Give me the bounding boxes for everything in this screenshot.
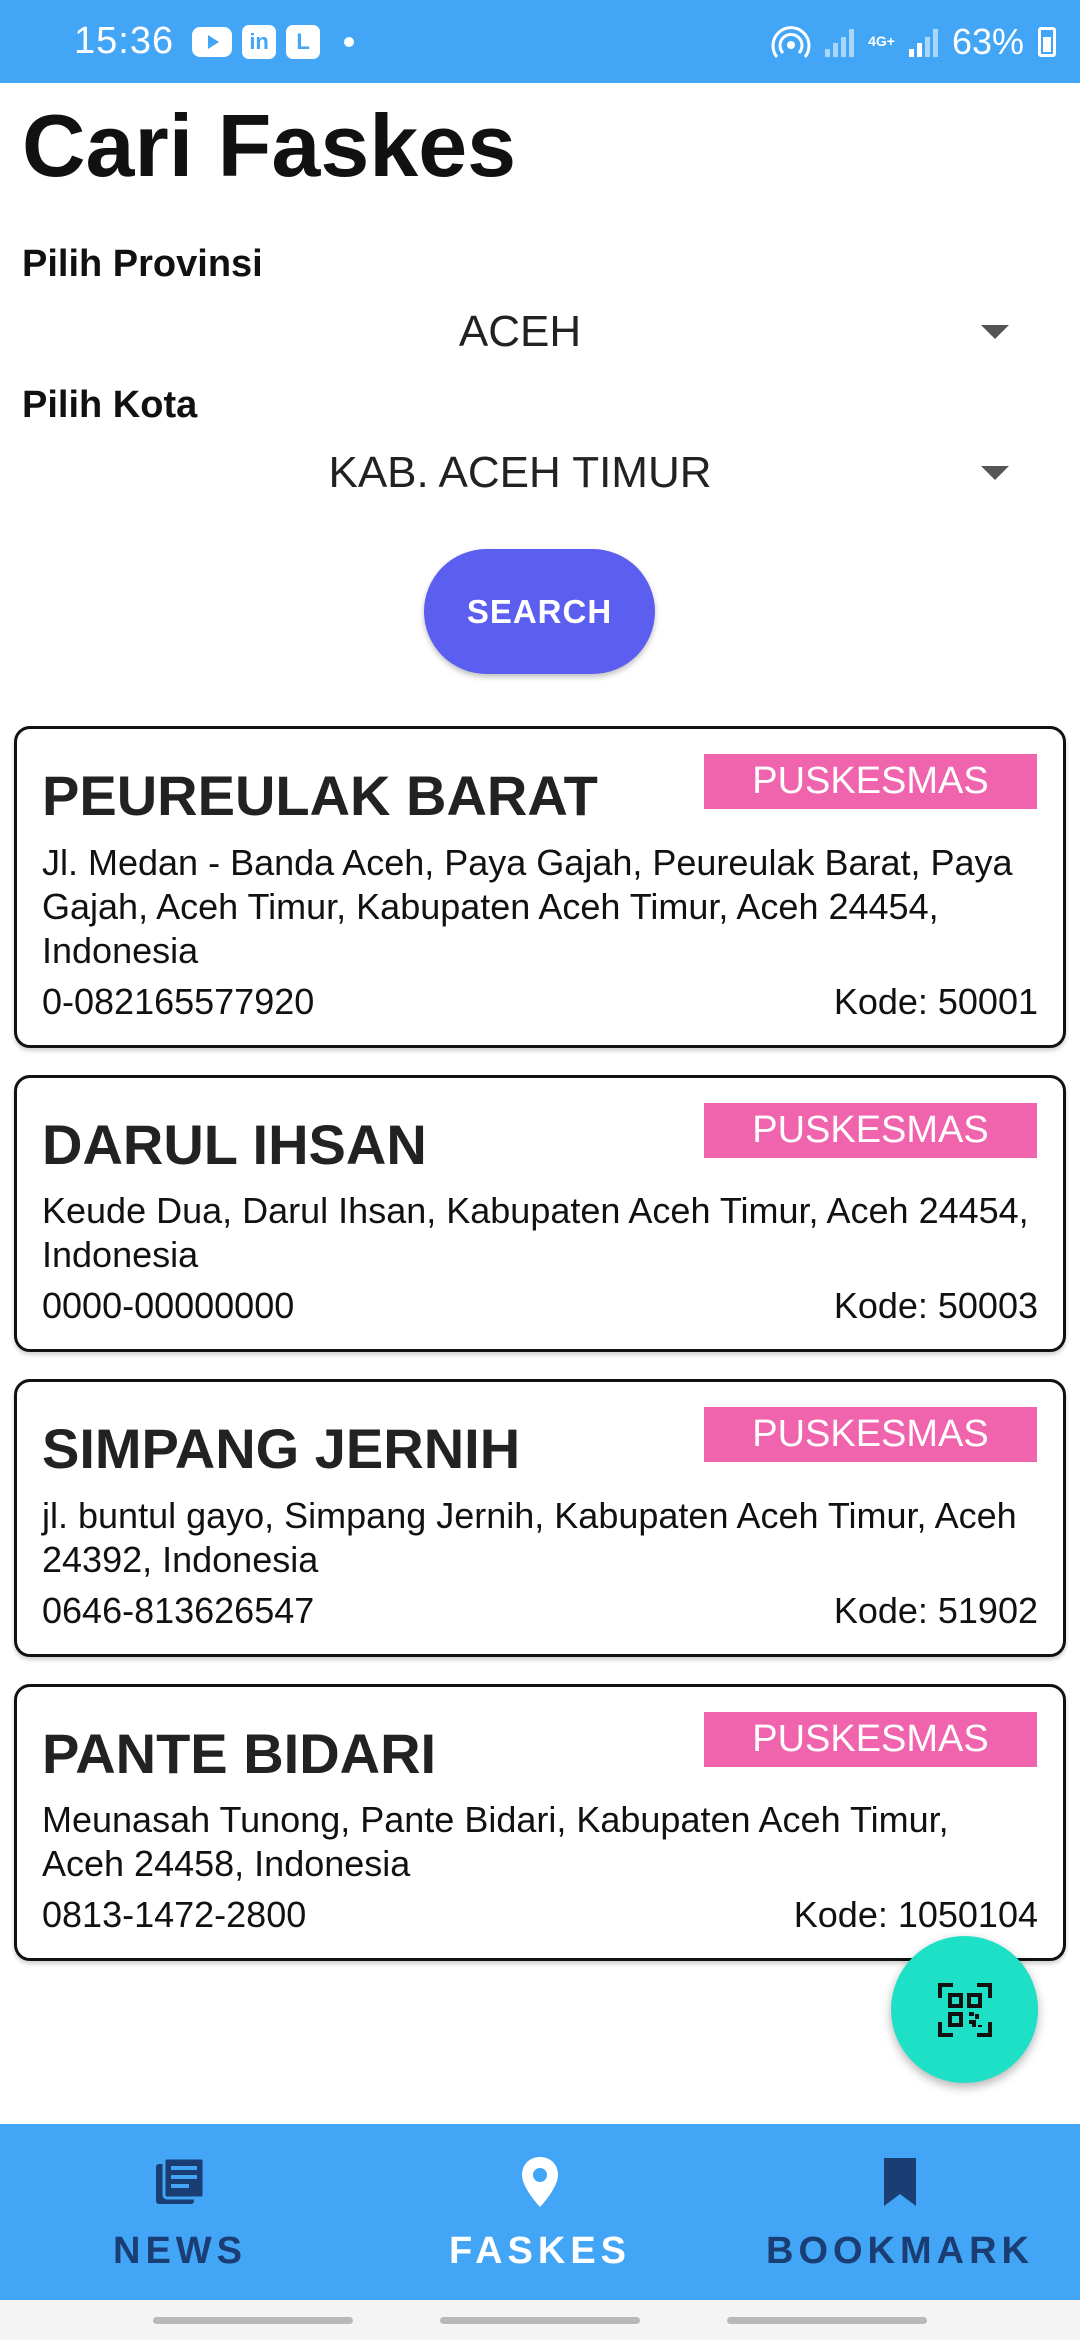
bottom-navigation: NEWS FASKES BOOKMARK — [0, 2124, 1080, 2300]
facility-address: Jl. Medan - Banda Aceh, Paya Gajah, Peur… — [42, 841, 1013, 971]
nav-faskes[interactable]: FASKES — [360, 2124, 720, 2300]
news-icon — [156, 2156, 206, 2204]
facility-address: Keude Dua, Darul Ihsan, Kabupaten Aceh T… — [42, 1190, 1029, 1276]
facility-footer: 0813-1472-2800 Kode: 1050104 — [42, 1894, 1038, 1936]
facility-footer: 0646-813626547 Kode: 51902 — [42, 1590, 1038, 1632]
search-button[interactable]: SEARCH — [424, 549, 655, 674]
status-time: 15:36 — [74, 20, 175, 62]
gesture-handle[interactable] — [153, 2316, 354, 2324]
facility-type-badge: PUSKESMAS — [704, 754, 1037, 809]
facility-card[interactable]: DARUL IHSAN PUSKESMAS Keude Dua, Darul I… — [14, 1074, 1066, 1353]
system-icons: 4G+ 63% — [771, 21, 1056, 63]
signal-1-icon — [825, 27, 855, 57]
hotspot-icon — [771, 25, 811, 58]
signal-2-icon — [908, 27, 938, 57]
page-title: Cari Faskes — [22, 96, 517, 195]
qr-scan-icon — [937, 1982, 992, 2037]
facility-code: Kode: 1050104 — [793, 1894, 1038, 1936]
nav-faskes-label: FASKES — [448, 2230, 632, 2272]
facility-code: Kode: 50003 — [833, 1285, 1038, 1327]
dropdown-arrow-icon — [981, 466, 1009, 480]
gesture-handle[interactable] — [439, 2316, 640, 2324]
location-pin-icon — [522, 2157, 558, 2207]
province-dropdown[interactable]: ACEH — [0, 297, 1040, 367]
youtube-icon — [192, 26, 233, 57]
facility-card[interactable]: PEUREULAK BARAT PUSKESMAS Jl. Medan - Ba… — [14, 726, 1066, 1048]
city-label: Pilih Kota — [22, 384, 198, 426]
facility-card[interactable]: SIMPANG JERNIH PUSKESMAS jl. buntul gayo… — [14, 1379, 1066, 1657]
network-type: 4G+ — [868, 33, 895, 49]
facility-phone: 0000-00000000 — [42, 1285, 295, 1327]
dropdown-arrow-icon — [981, 325, 1009, 339]
facility-footer: 0000-00000000 Kode: 50003 — [42, 1285, 1038, 1327]
qr-scan-button[interactable] — [891, 1936, 1038, 2083]
more-notifications-icon — [344, 36, 355, 47]
faskes-screen: { "status_bar": { "time": "15:36", "netw… — [0, 0, 1080, 2340]
city-dropdown[interactable]: KAB. ACEH TIMUR — [0, 438, 1040, 508]
gesture-handle[interactable] — [726, 2316, 927, 2324]
facility-phone: 0813-1472-2800 — [42, 1894, 307, 1936]
l-app-icon: L — [286, 24, 321, 59]
bookmark-icon — [884, 2158, 916, 2206]
facility-address: Meunasah Tunong, Pante Bidari, Kabupaten… — [42, 1799, 949, 1885]
city-value: KAB. ACEH TIMUR — [328, 448, 712, 497]
province-value: ACEH — [458, 307, 582, 356]
nav-bookmark[interactable]: BOOKMARK — [720, 2124, 1080, 2300]
nav-news-label: NEWS — [113, 2230, 247, 2272]
facility-phone: 0-082165577920 — [42, 980, 315, 1022]
nav-news[interactable]: NEWS — [0, 2124, 360, 2300]
status-bar: 15:36 in L 4G+ 63% — [0, 0, 1080, 83]
facility-list: PEUREULAK BARAT PUSKESMAS Jl. Medan - Ba… — [14, 726, 1066, 1988]
facility-phone: 0646-813626547 — [42, 1589, 315, 1631]
notification-icons: in L — [192, 24, 355, 59]
battery-percent: 63% — [951, 20, 1024, 62]
gesture-navigation-bar — [0, 2300, 1080, 2340]
facility-card[interactable]: PANTE BIDARI PUSKESMAS Meunasah Tunong, … — [14, 1683, 1066, 1962]
facility-type-badge: PUSKESMAS — [704, 1407, 1037, 1463]
facility-code: Kode: 51902 — [833, 1589, 1038, 1631]
province-label: Pilih Provinsi — [22, 243, 263, 285]
facility-code: Kode: 50001 — [833, 980, 1038, 1022]
facility-address: jl. buntul gayo, Simpang Jernih, Kabupat… — [42, 1494, 1017, 1580]
nav-bookmark-label: BOOKMARK — [766, 2230, 1034, 2272]
facility-type-badge: PUSKESMAS — [704, 1102, 1037, 1158]
linkedin-icon: in — [242, 24, 277, 59]
facility-footer: 0-082165577920 Kode: 50001 — [42, 981, 1038, 1023]
facility-type-badge: PUSKESMAS — [704, 1711, 1037, 1767]
battery-icon — [1038, 26, 1056, 57]
